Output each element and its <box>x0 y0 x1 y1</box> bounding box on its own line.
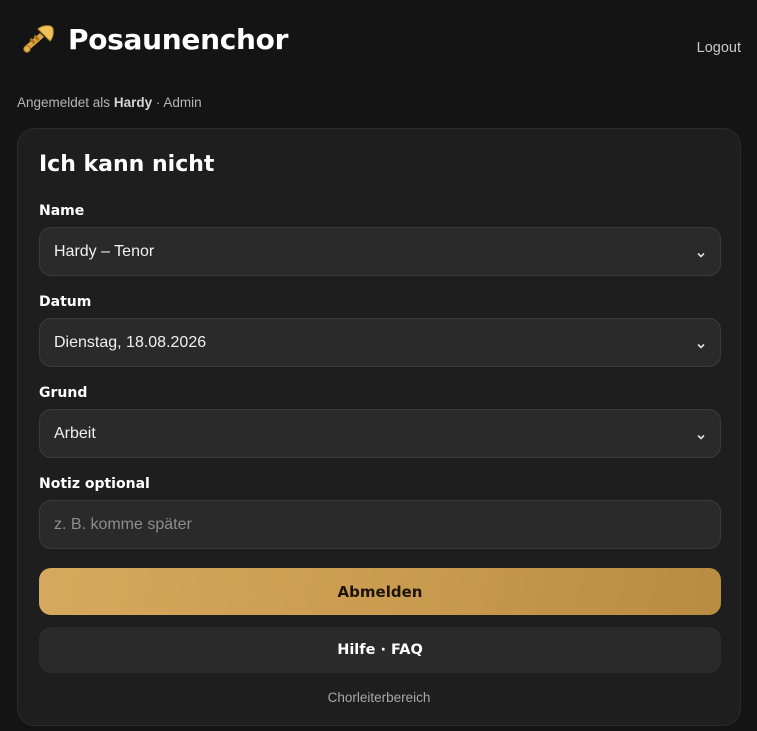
leader-area-link[interactable]: Chorleiterbereich <box>18 690 740 705</box>
trumpet-icon <box>20 21 56 57</box>
logout-link[interactable]: Logout <box>697 40 741 56</box>
name-select[interactable]: Hardy – Tenor <box>39 227 721 276</box>
session-prefix: Angemeldet als <box>17 95 111 110</box>
date-select[interactable]: Dienstag, 18.08.2026 <box>39 318 721 367</box>
date-label: Datum <box>39 294 92 310</box>
note-placeholder: z. B. komme später <box>54 515 192 533</box>
note-input[interactable]: z. B. komme später <box>39 500 721 549</box>
app-title: Posaunenchor <box>68 22 289 56</box>
session-user: Hardy <box>113 95 153 110</box>
help-faq-button[interactable]: Hilfe · FAQ <box>39 627 721 673</box>
chevron-down-icon <box>696 247 706 258</box>
chevron-down-icon <box>696 338 706 349</box>
session-info: Angemeldet als Hardy · Admin <box>17 95 202 110</box>
reason-select[interactable]: Arbeit <box>39 409 721 458</box>
page: Posaunenchor Logout Angemeldet als Hardy… <box>0 0 757 731</box>
brand: Posaunenchor <box>20 21 288 57</box>
name-label: Name <box>39 203 85 219</box>
submit-button[interactable]: Abmelden <box>39 568 721 615</box>
session-role: · Admin <box>155 95 202 110</box>
header: Posaunenchor Logout <box>20 18 741 62</box>
absence-form-card: Ich kann nicht Name Hardy – Tenor Datum … <box>17 128 741 726</box>
note-label: Notiz optional <box>39 476 150 492</box>
date-select-value: Dienstag, 18.08.2026 <box>54 333 207 351</box>
name-select-value: Hardy – Tenor <box>54 242 155 260</box>
reason-label: Grund <box>39 385 88 401</box>
chevron-down-icon <box>696 429 706 440</box>
form-title: Ich kann nicht <box>39 152 215 177</box>
reason-select-value: Arbeit <box>54 424 96 442</box>
